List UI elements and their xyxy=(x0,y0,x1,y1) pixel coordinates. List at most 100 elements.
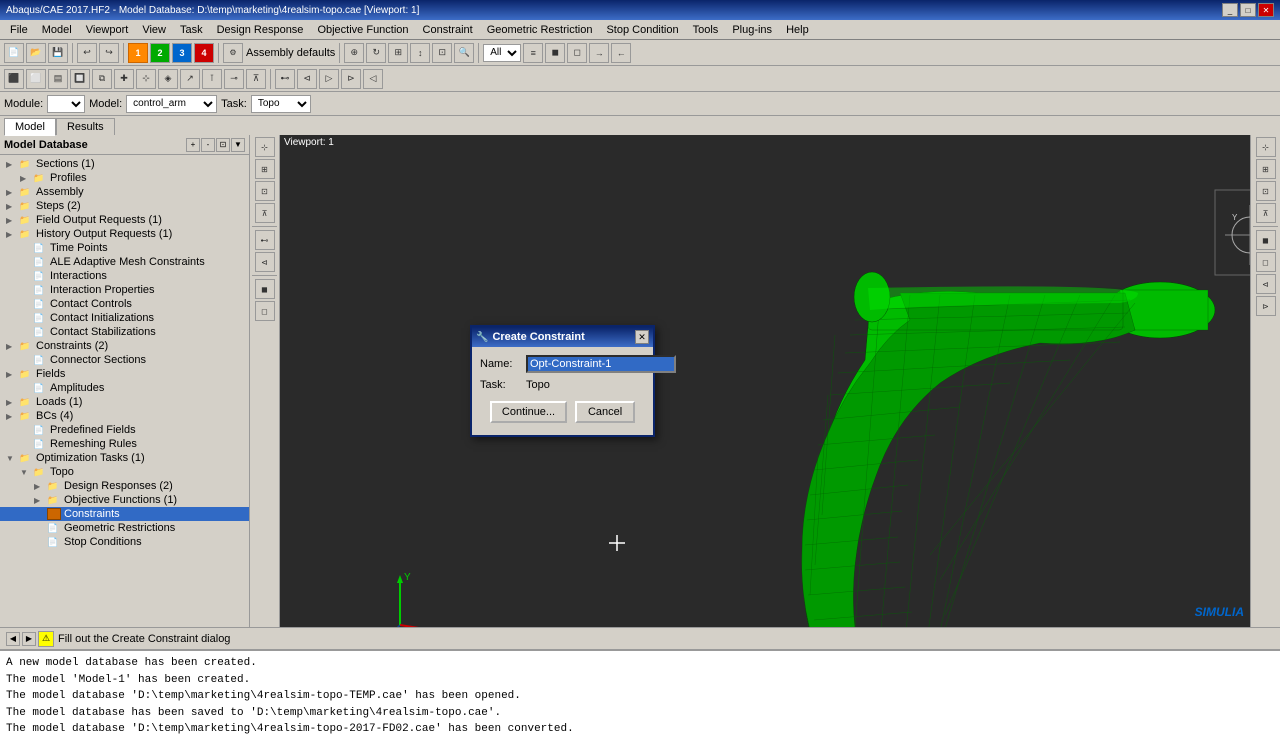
ctx-btn-8[interactable]: ◻ xyxy=(255,301,275,321)
output-panel[interactable]: A new model database has been created. T… xyxy=(0,649,1280,739)
tree-item[interactable]: 📄Connector Sections xyxy=(0,353,249,367)
tree-item[interactable]: 📄Geometric Restrictions xyxy=(0,521,249,535)
view-tb-btn-2[interactable]: ↻ xyxy=(366,43,386,63)
task-select[interactable]: Topo xyxy=(251,95,311,113)
tb2-btn14[interactable]: ⊲ xyxy=(297,69,317,89)
status-nav-next[interactable]: ▶ xyxy=(22,632,36,646)
ctx-btn-6[interactable]: ⊲ xyxy=(255,252,275,272)
tree-item[interactable]: 📄Amplitudes xyxy=(0,381,249,395)
panel-btn-2[interactable]: - xyxy=(201,138,215,152)
ctx-btn-4[interactable]: ⊼ xyxy=(255,203,275,223)
close-btn[interactable]: ✕ xyxy=(1258,3,1274,17)
tree-item[interactable]: Constraints xyxy=(0,507,249,521)
filter-btn-3[interactable]: ◻ xyxy=(567,43,587,63)
tb2-btn11[interactable]: ⊸ xyxy=(224,69,244,89)
ctx-btn-1[interactable]: ⊹ xyxy=(255,137,275,157)
filter-btn-5[interactable]: ← xyxy=(611,43,631,63)
menu-objective-function[interactable]: Objective Function xyxy=(311,22,414,38)
menu-tools[interactable]: Tools xyxy=(687,22,725,38)
tree-item[interactable]: ▶📁Loads (1) xyxy=(0,395,249,409)
tree-item[interactable]: ▶📁Fields xyxy=(0,367,249,381)
tree-item[interactable]: ▼📁Topo xyxy=(0,465,249,479)
menu-design-response[interactable]: Design Response xyxy=(211,22,310,38)
view-tb-btn-5[interactable]: ⊡ xyxy=(432,43,452,63)
tb2-btn12[interactable]: ⊼ xyxy=(246,69,266,89)
tree-item[interactable]: ▶📁Profiles xyxy=(0,171,249,185)
tree-item[interactable]: ▶📁BCs (4) xyxy=(0,409,249,423)
tree-item[interactable]: ▶📁Assembly xyxy=(0,185,249,199)
tree-item[interactable]: 📄Remeshing Rules xyxy=(0,437,249,451)
tree-item[interactable]: ▶📁Sections (1) xyxy=(0,157,249,171)
tb2-btn4[interactable]: 🔲 xyxy=(70,69,90,89)
tb2-btn10[interactable]: ⊺ xyxy=(202,69,222,89)
tb2-btn6[interactable]: ✚ xyxy=(114,69,134,89)
tb2-btn13[interactable]: ⊷ xyxy=(275,69,295,89)
menu-view[interactable]: View xyxy=(136,22,172,38)
tab-model[interactable]: Model xyxy=(4,118,56,136)
module-select[interactable]: Optimization xyxy=(47,95,85,113)
rt-btn-8[interactable]: ⊳ xyxy=(1256,296,1276,316)
tb2-btn1[interactable]: ⬛ xyxy=(4,69,24,89)
assembly-icon[interactable]: ⚙ xyxy=(223,43,243,63)
open-btn[interactable]: 📂 xyxy=(26,43,46,63)
maximize-btn[interactable]: □ xyxy=(1240,3,1256,17)
rt-btn-4[interactable]: ⊼ xyxy=(1256,203,1276,223)
step-1[interactable]: 1 xyxy=(128,43,148,63)
tree-item[interactable]: ▼📁Optimization Tasks (1) xyxy=(0,451,249,465)
menu-task[interactable]: Task xyxy=(174,22,209,38)
view-tb-btn-1[interactable]: ⊕ xyxy=(344,43,364,63)
model-select[interactable]: control_arm xyxy=(126,95,217,113)
step-3[interactable]: 3 xyxy=(172,43,192,63)
filter-btn-2[interactable]: ◼ xyxy=(545,43,565,63)
rt-btn-1[interactable]: ⊹ xyxy=(1256,137,1276,157)
tree-item[interactable]: ▶📁Design Responses (2) xyxy=(0,479,249,493)
tb2-btn8[interactable]: ◈ xyxy=(158,69,178,89)
step-2[interactable]: 2 xyxy=(150,43,170,63)
save-btn[interactable]: 💾 xyxy=(48,43,68,63)
tree-item[interactable]: ▶📁Constraints (2) xyxy=(0,339,249,353)
tb2-btn15[interactable]: ▷ xyxy=(319,69,339,89)
panel-btn-3[interactable]: ⊡ xyxy=(216,138,230,152)
menu-viewport[interactable]: Viewport xyxy=(80,22,135,38)
tree-item[interactable]: 📄Predefined Fields xyxy=(0,423,249,437)
dialog-titlebar[interactable]: 🔧 Create Constraint ✕ xyxy=(472,327,653,347)
tree-item[interactable]: 📄Contact Initializations xyxy=(0,311,249,325)
rt-btn-2[interactable]: ⊞ xyxy=(1256,159,1276,179)
rt-btn-5[interactable]: ◼ xyxy=(1256,230,1276,250)
redo-btn[interactable]: ↪ xyxy=(99,43,119,63)
tree-item[interactable]: 📄Interactions xyxy=(0,269,249,283)
panel-btn-4[interactable]: ▼ xyxy=(231,138,245,152)
ctx-btn-3[interactable]: ⊡ xyxy=(255,181,275,201)
filter-btn-1[interactable]: ≡ xyxy=(523,43,543,63)
rt-btn-3[interactable]: ⊡ xyxy=(1256,181,1276,201)
rt-btn-6[interactable]: ◻ xyxy=(1256,252,1276,272)
minimize-btn[interactable]: _ xyxy=(1222,3,1238,17)
tb2-btn9[interactable]: ↗ xyxy=(180,69,200,89)
ctx-btn-2[interactable]: ⊞ xyxy=(255,159,275,179)
continue-button[interactable]: Continue... xyxy=(490,401,567,423)
view-tb-btn-6[interactable]: 🔍 xyxy=(454,43,474,63)
tree-item[interactable]: 📄Contact Stabilizations xyxy=(0,325,249,339)
tb2-btn16[interactable]: ⊳ xyxy=(341,69,361,89)
menu-file[interactable]: File xyxy=(4,22,34,38)
new-btn[interactable]: 📄 xyxy=(4,43,24,63)
menu-geometric-restriction[interactable]: Geometric Restriction xyxy=(481,22,599,38)
tree-item[interactable]: 📄Stop Conditions xyxy=(0,535,249,549)
step-4[interactable]: 4 xyxy=(194,43,214,63)
filter-btn-4[interactable]: → xyxy=(589,43,609,63)
tb2-btn5[interactable]: ⧉ xyxy=(92,69,112,89)
ctx-btn-7[interactable]: ◼ xyxy=(255,279,275,299)
view-tb-btn-4[interactable]: ↕ xyxy=(410,43,430,63)
tree-item[interactable]: ▶📁Objective Functions (1) xyxy=(0,493,249,507)
cancel-button[interactable]: Cancel xyxy=(575,401,635,423)
undo-btn[interactable]: ↩ xyxy=(77,43,97,63)
menu-model[interactable]: Model xyxy=(36,22,78,38)
tree-item[interactable]: ▶📁Field Output Requests (1) xyxy=(0,213,249,227)
ctx-btn-5[interactable]: ⊷ xyxy=(255,230,275,250)
status-nav-prev[interactable]: ◀ xyxy=(6,632,20,646)
tree-item[interactable]: 📄Contact Controls xyxy=(0,297,249,311)
tb2-btn3[interactable]: ▤ xyxy=(48,69,68,89)
menu-help[interactable]: Help xyxy=(780,22,815,38)
display-select[interactable]: All xyxy=(483,44,521,62)
tree-item[interactable]: 📄Time Points xyxy=(0,241,249,255)
